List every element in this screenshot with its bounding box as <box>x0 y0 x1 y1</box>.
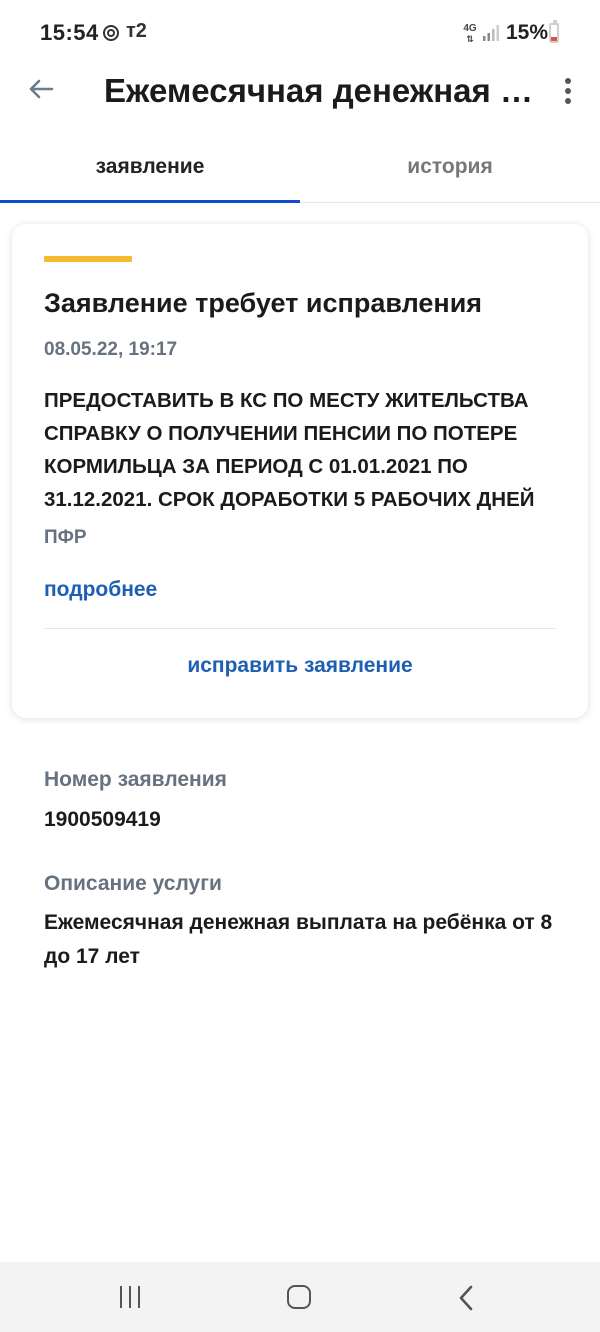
fix-application-button[interactable]: исправить заявление <box>12 654 588 678</box>
status-message: ПРЕДОСТАВИТЬ В КС ПО МЕСТУ ЖИТЕЛЬСТВА СП… <box>44 389 535 511</box>
status-bar: 15:54 т2 4G ⇅ 15% <box>0 0 600 66</box>
card-divider <box>44 628 556 629</box>
application-number-label: Номер заявления <box>44 768 227 791</box>
carrier-label: т2 <box>126 20 147 42</box>
service-description-value: Ежемесячная денежная выплата на ребёнка … <box>44 911 553 968</box>
tab-history[interactable]: история <box>300 136 600 198</box>
signal-icon <box>483 25 499 41</box>
application-number-value: 1900509419 <box>44 808 161 831</box>
tabs: заявление история <box>0 136 600 203</box>
app-bar: Ежемесячная денежная выплата на ребёнка … <box>0 66 600 122</box>
service-description-label: Описание услуги <box>44 872 222 895</box>
status-date: 08.05.22, 19:17 <box>44 339 178 360</box>
network-indicator: 4G ⇅ <box>463 23 477 45</box>
tab-application[interactable]: заявление <box>0 136 300 198</box>
data-transfer-icon: ⇅ <box>466 34 474 44</box>
more-menu-icon[interactable] <box>556 76 580 106</box>
status-title: Заявление требует исправления <box>44 288 483 318</box>
more-details-link[interactable]: подробнее <box>44 578 157 602</box>
recents-icon[interactable] <box>118 1286 144 1308</box>
battery-percent: 15% <box>506 21 549 44</box>
page-title: Ежемесячная денежная выплата на ребёнка … <box>104 72 534 109</box>
status-accent-bar <box>44 256 132 262</box>
network-type: 4G <box>463 23 477 34</box>
status-time: 15:54 <box>40 20 99 45</box>
status-card: Заявление требует исправления 08.05.22, … <box>12 224 588 718</box>
back-arrow-icon[interactable] <box>26 74 56 104</box>
sync-icon <box>103 25 119 41</box>
system-nav-bar <box>0 1262 600 1332</box>
battery-icon <box>549 20 559 43</box>
home-icon[interactable] <box>287 1285 311 1309</box>
status-source: ПФР <box>44 527 87 548</box>
back-icon[interactable] <box>456 1284 478 1312</box>
active-tab-indicator <box>0 200 300 203</box>
